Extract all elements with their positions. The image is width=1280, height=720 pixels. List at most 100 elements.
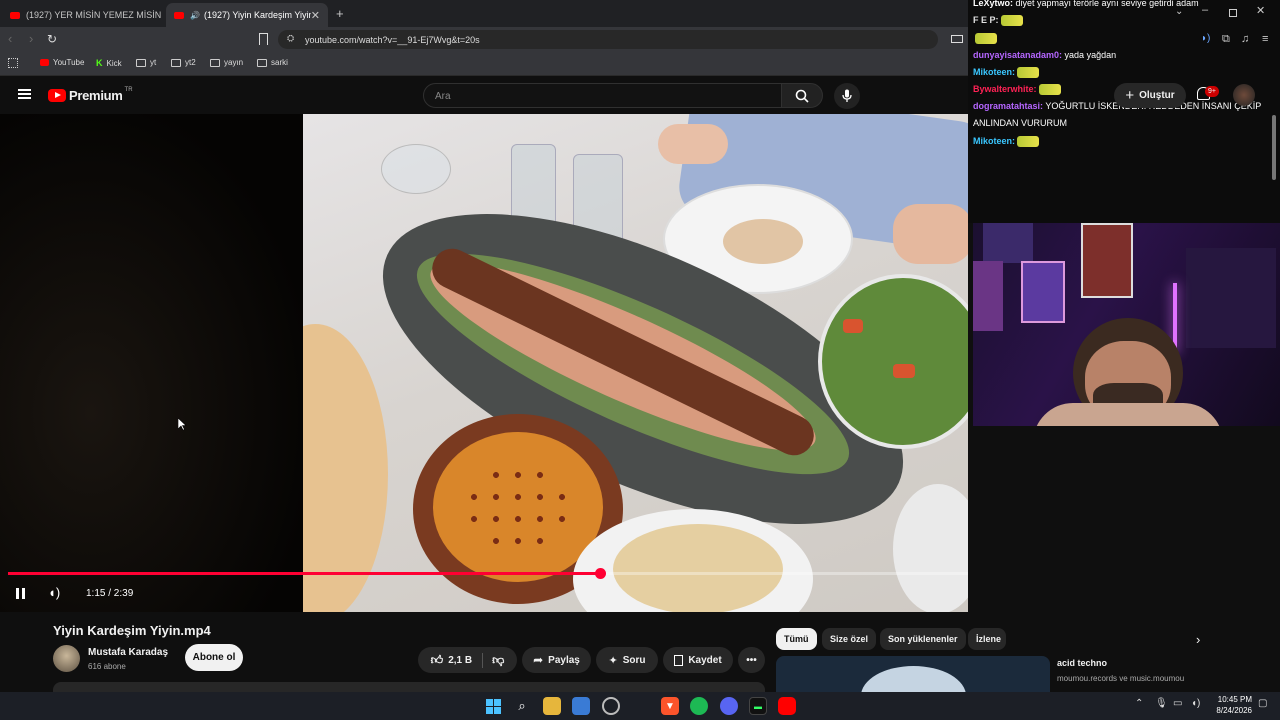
tab-yiyin-kardesim[interactable]: 🔊 (1927) Yiyin Kardeşim Yiyin.m ✕ [166, 3, 328, 27]
extension-audio-icon[interactable]: ◗) [1201, 33, 1210, 44]
like-button[interactable]: 👍︎ 2,1 B [430, 652, 484, 668]
channel-name[interactable]: Mustafa Karadaş [88, 647, 168, 658]
tab-close-icon[interactable]: ✕ [311, 9, 320, 22]
more-actions-icon[interactable]: ••• [738, 647, 765, 673]
tray-expand-icon[interactable]: ⌃ [1135, 698, 1143, 709]
back-icon[interactable]: ‹ [8, 31, 12, 46]
bookmark-youtube[interactable]: YouTube [40, 58, 84, 67]
clock-date[interactable]: 8/24/2026 [1210, 706, 1252, 715]
like-dislike-group: 👍︎ 2,1 B 👎︎ [418, 647, 517, 673]
search-button[interactable] [781, 83, 823, 108]
chat-username[interactable]: dogramatahtasi: [973, 101, 1043, 111]
pause-icon[interactable] [16, 588, 19, 599]
save-button[interactable]: Kaydet [663, 647, 733, 673]
hamburger-menu-icon[interactable] [18, 89, 31, 99]
chat-username[interactable]: dunyayisatanadam0: [973, 50, 1062, 60]
notification-count-badge: 9+ [1205, 86, 1219, 97]
chat-username[interactable]: F E P: [973, 15, 999, 25]
notification-center-icon[interactable]: ▢ [1258, 698, 1267, 709]
discord-icon[interactable] [720, 697, 738, 715]
search-input[interactable]: Ara [423, 83, 782, 108]
bookmark-kick[interactable]: K Kick [96, 58, 122, 68]
url-text: youtube.com/watch?v=__91-Ej7Wvg&t=20s [305, 34, 480, 45]
ask-button[interactable]: ✦ Soru [596, 647, 658, 673]
create-button[interactable]: + Oluştur [1114, 83, 1186, 108]
forward-icon[interactable]: › [29, 31, 33, 46]
taskbar-search-icon[interactable]: ⌕ [513, 697, 531, 715]
tomato-piece [843, 319, 863, 333]
bookmark-label: yt [150, 58, 157, 67]
chip-all[interactable]: Tümü [776, 628, 817, 650]
media-control-icon[interactable]: ♫ [1241, 33, 1249, 45]
bookmark-label: yayın [224, 58, 244, 67]
restore-icon[interactable] [1229, 9, 1237, 17]
file-explorer-icon[interactable] [543, 697, 561, 715]
folder-icon [210, 58, 220, 67]
chip-watched[interactable]: İzlene [968, 628, 1006, 650]
reload-icon[interactable]: ↻ [47, 32, 57, 46]
volume-icon[interactable]: ◖) [48, 585, 60, 600]
bookmark-yt[interactable]: yt [136, 58, 156, 67]
minimize-icon[interactable]: – [1202, 4, 1208, 16]
microphone-tray-icon[interactable]: 🎙︎ [1155, 698, 1168, 709]
clock-time[interactable]: 10:45 PM [1212, 695, 1252, 704]
bookmark-label: sarki [271, 58, 288, 67]
youtube-logo[interactable]: Premium TR [48, 87, 133, 103]
site-info-icon[interactable]: ⛭ [287, 33, 294, 44]
chip-recently-uploaded[interactable]: Son yüklenenler [880, 628, 966, 650]
brave-browser-icon[interactable]: ▼ [661, 697, 679, 715]
bookmark-page-icon[interactable] [259, 33, 268, 45]
terminal-icon[interactable]: ▬ [749, 697, 767, 715]
channel-avatar[interactable] [53, 645, 80, 672]
bookmark-label: Kick [106, 58, 122, 68]
network-icon[interactable]: ▭ [1173, 698, 1182, 709]
thumbs-down-icon[interactable]: 👎︎ [488, 653, 504, 668]
chip-for-you[interactable]: Size özel [822, 628, 877, 650]
recommended-title[interactable]: acid techno [1057, 658, 1107, 668]
youtube-app-icon[interactable] [778, 697, 796, 715]
pide-bread [303, 324, 388, 612]
spotify-icon[interactable] [690, 697, 708, 715]
logo-text: Premium [69, 88, 123, 103]
diner-hand [658, 124, 728, 164]
bookmark-yayin[interactable]: yayın [210, 58, 243, 67]
page-scrollbar[interactable] [1272, 115, 1276, 180]
progress-scrubber[interactable] [594, 568, 606, 579]
bookmark-sarki[interactable]: sarki [257, 58, 288, 67]
tab-search-icon[interactable]: ⌄ [1175, 6, 1183, 17]
subscribe-button[interactable]: Abone ol [185, 644, 243, 671]
window-close-icon[interactable]: ✕ [1256, 4, 1265, 17]
chat-username[interactable]: Mikoteen: [973, 136, 1015, 146]
wall-poster [1081, 223, 1133, 298]
chat-message: dunyayisatanadam0: yada yağdan [973, 49, 1273, 62]
cast-icon[interactable] [951, 35, 963, 43]
voice-search-button[interactable] [834, 83, 860, 109]
chat-text: yada yağdan [1062, 49, 1117, 60]
chat-username[interactable]: Mikoteen: [973, 67, 1015, 77]
chat-message: F E P: [973, 14, 1273, 27]
bookmark-yt2[interactable]: yt2 [171, 58, 196, 67]
new-tab-icon[interactable]: + [336, 6, 344, 21]
thumbs-up-icon: 👍︎ [430, 652, 444, 667]
video-player[interactable] [0, 114, 968, 612]
chat-username[interactable]: LeXytwo: [973, 0, 1013, 8]
extensions-puzzle-icon[interactable]: ⧉ [1222, 33, 1230, 46]
photos-icon[interactable] [572, 697, 590, 715]
apps-grid-icon[interactable] [8, 58, 18, 68]
sparkle-icon: ✦ [608, 654, 618, 667]
chat-username[interactable]: Bywalterwhite: [973, 84, 1037, 94]
recommended-thumbnail[interactable] [776, 656, 1050, 692]
browser-menu-icon[interactable]: ≡ [1262, 33, 1268, 45]
volume-tray-icon[interactable]: ◖) [1191, 698, 1200, 709]
account-avatar[interactable] [1233, 84, 1255, 106]
chips-next-icon[interactable]: › [1196, 632, 1200, 647]
description-box[interactable] [53, 682, 765, 692]
share-button[interactable]: ➦ Paylaş [522, 647, 591, 673]
windows-start-icon[interactable] [484, 697, 502, 715]
tab-yer-misin[interactable]: (1927) YER MİSİN YEMEZ MİSİN SERİ [2, 3, 164, 27]
ask-label: Soru [622, 654, 646, 666]
share-arrow-icon: ➦ [533, 653, 544, 667]
obs-icon[interactable] [602, 697, 620, 715]
chat-message: ANLINDAN VURURUM [973, 117, 1273, 130]
address-bar[interactable]: ⛭ youtube.com/watch?v=__91-Ej7Wvg&t=20s [278, 30, 938, 49]
